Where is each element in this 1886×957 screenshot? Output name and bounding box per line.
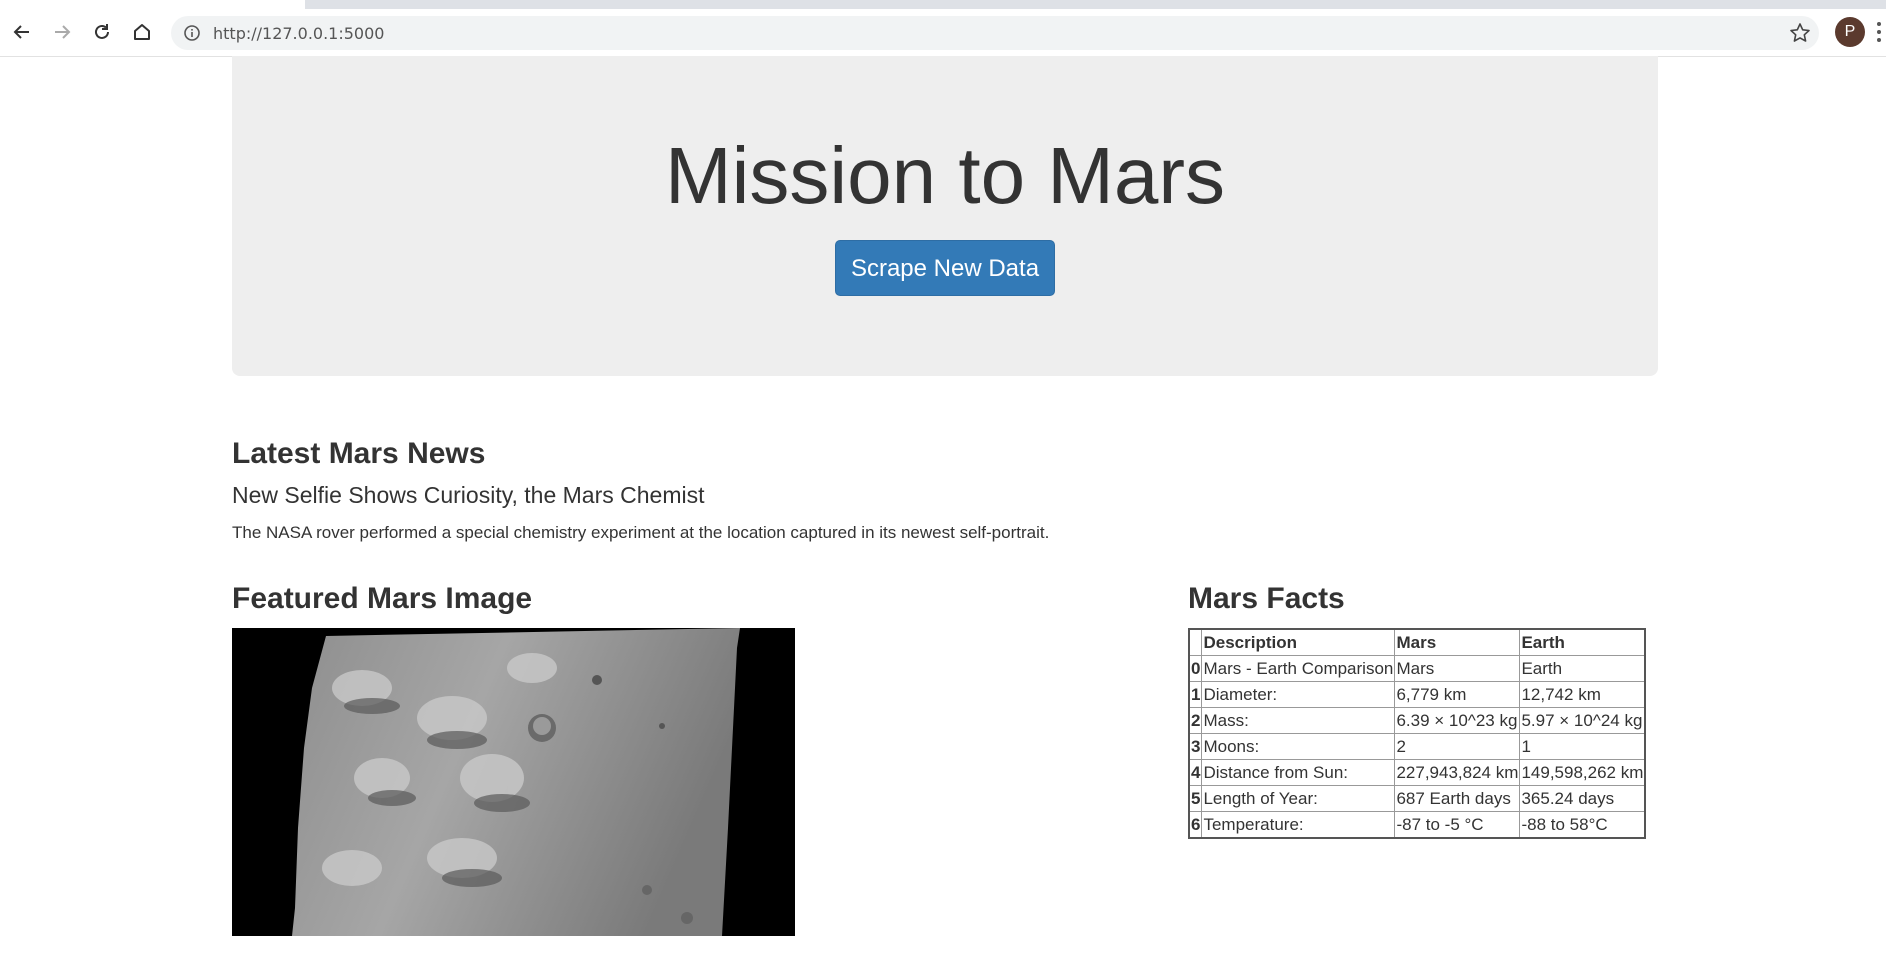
reload-icon: [95, 24, 109, 39]
back-button[interactable]: [9, 19, 35, 45]
arrow-left-icon: [13, 25, 29, 39]
row-index: 5: [1188, 785, 1203, 812]
table-row: 1 Diameter: 6,779 km 12,742 km: [1188, 681, 1646, 708]
table-cell: 2: [1394, 733, 1521, 760]
column-header: [1188, 628, 1203, 656]
table-cell: Diameter:: [1201, 681, 1396, 708]
column-header: Earth: [1519, 628, 1646, 656]
column-header: Description: [1201, 628, 1396, 656]
table-row: 0 Mars - Earth Comparison Mars Earth: [1188, 655, 1646, 682]
table-row: 5 Length of Year: 687 Earth days 365.24 …: [1188, 785, 1646, 812]
table-row: 2 Mass: 6.39 × 10^23 kg 5.97 × 10^24 kg: [1188, 707, 1646, 734]
row-index: 0: [1188, 655, 1203, 682]
table-cell: 6.39 × 10^23 kg: [1394, 707, 1521, 734]
page-title: Mission to Mars: [664, 131, 1226, 220]
table-cell: 12,742 km: [1519, 681, 1646, 708]
reload-button[interactable]: [89, 19, 115, 45]
mars-terrain-picture: [232, 628, 795, 936]
browser-toolbar: http://127.0.0.1:5000 P: [0, 9, 1886, 57]
table-cell: 1: [1519, 733, 1646, 760]
table-cell: Earth: [1519, 655, 1646, 682]
row-index: 3: [1188, 733, 1203, 760]
address-bar[interactable]: http://127.0.0.1:5000: [171, 16, 1819, 50]
tab-strip: [0, 0, 1886, 9]
table-cell: 365.24 days: [1519, 785, 1646, 812]
featured-image-heading: Featured Mars Image: [232, 582, 533, 615]
mars-facts-table: Description Mars Earth 0 Mars - Earth Co…: [1188, 628, 1647, 839]
jumbotron: Mission to Mars Scrape New Data: [232, 56, 1658, 376]
featured-mars-image: [232, 628, 795, 936]
column-header: Mars: [1394, 628, 1521, 656]
url-text[interactable]: http://127.0.0.1:5000: [213, 24, 384, 43]
table-cell: Moons:: [1201, 733, 1396, 760]
star-icon[interactable]: [1789, 22, 1811, 44]
table-cell: -87 to -5 °C: [1394, 811, 1521, 839]
home-icon: [134, 24, 150, 40]
forward-button[interactable]: [49, 19, 75, 45]
scrape-new-data-button[interactable]: Scrape New Data: [835, 240, 1055, 296]
info-icon[interactable]: [183, 24, 201, 42]
inactive-tab-area[interactable]: [305, 0, 1886, 9]
more-vert-icon[interactable]: [1876, 21, 1882, 43]
table-cell: 5.97 × 10^24 kg: [1519, 707, 1646, 734]
table-cell: 6,779 km: [1394, 681, 1521, 708]
table-cell: Mass:: [1201, 707, 1396, 734]
table-cell: 149,598,262 km: [1519, 759, 1646, 786]
row-index: 2: [1188, 707, 1203, 734]
table-cell: Mars - Earth Comparison: [1201, 655, 1396, 682]
table-cell: 227,943,824 km: [1394, 759, 1521, 786]
mars-facts-heading: Mars Facts: [1188, 582, 1345, 615]
table-cell: Mars: [1394, 655, 1521, 682]
news-heading: Latest Mars News: [232, 437, 486, 470]
home-button[interactable]: [129, 19, 155, 45]
arrow-right-icon: [55, 25, 71, 39]
news-teaser: The NASA rover performed a special chemi…: [232, 523, 1050, 542]
table-cell: Temperature:: [1201, 811, 1396, 839]
profile-avatar[interactable]: P: [1835, 17, 1865, 47]
table-header-row: Description Mars Earth: [1188, 628, 1646, 656]
table-cell: -88 to 58°C: [1519, 811, 1646, 839]
news-title: New Selfie Shows Curiosity, the Mars Che…: [232, 482, 705, 508]
row-index: 1: [1188, 681, 1203, 708]
row-index: 6: [1188, 811, 1203, 839]
table-cell: Length of Year:: [1201, 785, 1396, 812]
table-cell: 687 Earth days: [1394, 785, 1521, 812]
table-row: 6 Temperature: -87 to -5 °C -88 to 58°C: [1188, 811, 1646, 839]
table-row: 3 Moons: 2 1: [1188, 733, 1646, 760]
table-cell: Distance from Sun:: [1201, 759, 1396, 786]
row-index: 4: [1188, 759, 1203, 786]
table-row: 4 Distance from Sun: 227,943,824 km 149,…: [1188, 759, 1646, 786]
